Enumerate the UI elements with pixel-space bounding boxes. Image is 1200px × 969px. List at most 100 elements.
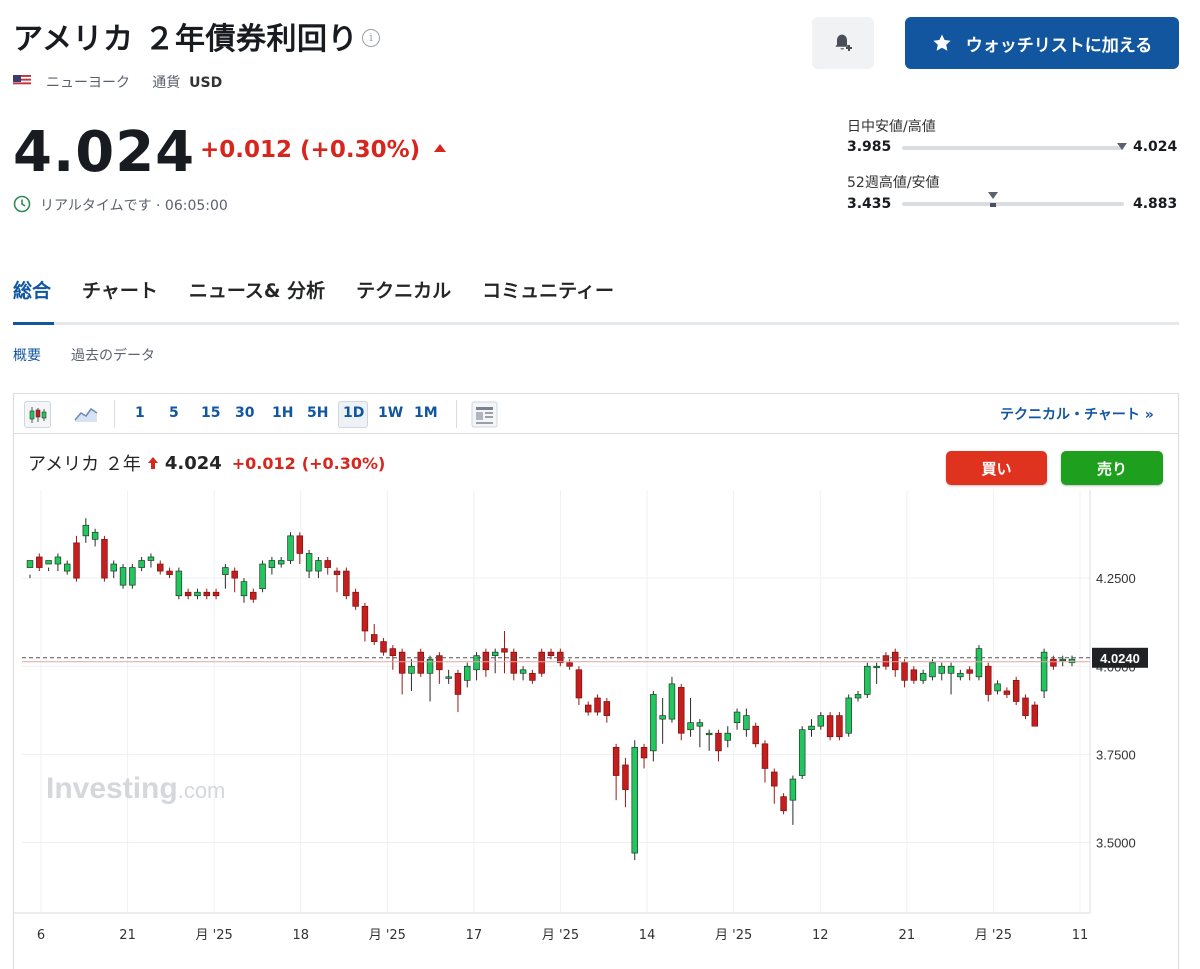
- candle-body: [1031, 704, 1039, 727]
- timeframe-30[interactable]: 30: [235, 405, 254, 421]
- toolbar-separator: [456, 400, 457, 428]
- candle-body: [389, 648, 397, 657]
- candle-body: [584, 704, 592, 713]
- toolbar-separator: [114, 400, 115, 428]
- candle-body: [575, 669, 583, 699]
- timeframe-1[interactable]: 1: [135, 405, 145, 421]
- timeframe-1h[interactable]: 1H: [272, 405, 293, 421]
- candle-body: [287, 535, 294, 561]
- timeframe-5[interactable]: 5: [169, 405, 179, 421]
- x-axis-tick-label: 月 '25: [196, 928, 233, 943]
- candlestick-chart[interactable]: 4.25004.00003.75003.5000Investing.com4.0…: [14, 490, 1178, 960]
- candle-body: [743, 715, 750, 731]
- technical-chart-link[interactable]: テクニカル・チャート »: [1000, 404, 1154, 424]
- change-value: +0.012: [200, 137, 293, 163]
- candle-body: [63, 563, 71, 572]
- candle-body: [938, 665, 945, 674]
- y-axis-tick-label: 4.2500: [1096, 571, 1136, 586]
- bell-plus-icon: [835, 34, 852, 51]
- candle-body: [445, 676, 452, 679]
- week52-high: 4.883: [1133, 196, 1178, 212]
- candle-body: [240, 581, 248, 597]
- candle-body: [212, 591, 220, 597]
- area-chart-type-button[interactable]: [73, 402, 99, 428]
- candle-body: [864, 665, 871, 695]
- candle-body: [510, 651, 518, 674]
- candle-body: [268, 560, 276, 568]
- candle-body: [966, 669, 973, 674]
- x-axis-tick-label: 18: [292, 928, 309, 943]
- candle-body: [380, 641, 387, 653]
- main-tabs: 総合 チャート ニュース& 分析 テクニカル コミュニティー: [13, 276, 614, 303]
- timeframe-15[interactable]: 15: [201, 405, 220, 421]
- x-axis-tick-label: 月 '25: [369, 928, 406, 943]
- candle-body: [1003, 690, 1011, 695]
- day-range-label: 日中安値/高値: [847, 119, 936, 135]
- candle-body: [361, 605, 369, 632]
- candlestick-type-button[interactable]: [24, 401, 51, 428]
- timeframe-1d[interactable]: 1D: [343, 405, 364, 421]
- add-to-watchlist-button[interactable]: ウォッチリストに加える: [905, 17, 1179, 69]
- timeframe-5h[interactable]: 5H: [307, 405, 328, 421]
- candle-body: [110, 563, 117, 572]
- tab-chart[interactable]: チャート: [82, 276, 158, 303]
- candle-body: [324, 560, 331, 568]
- candle-body: [566, 662, 573, 667]
- exchange-location: ニューヨーク: [46, 75, 130, 91]
- candle-body: [408, 665, 415, 674]
- news-panel-button[interactable]: [471, 401, 498, 432]
- candle-body: [370, 634, 378, 642]
- candle-body: [696, 722, 704, 727]
- candle-body: [929, 662, 936, 678]
- candle-body: [147, 556, 155, 561]
- candle-body: [1050, 658, 1057, 667]
- add-alert-button[interactable]: [812, 17, 874, 69]
- candle-body: [119, 567, 127, 586]
- price-change: +0.012 (+0.30%): [200, 137, 448, 163]
- x-axis-tick-label: 月 '25: [542, 928, 579, 943]
- tab-community[interactable]: コミュニティー: [482, 276, 614, 303]
- x-axis-tick-label: 12: [812, 928, 829, 943]
- tab-technical[interactable]: テクニカル: [356, 276, 451, 303]
- timeframe-1m[interactable]: 1M: [414, 405, 438, 421]
- x-axis-tick-label: 21: [899, 928, 916, 943]
- timeframe-1w[interactable]: 1W: [378, 405, 403, 421]
- candlestick-icon: [29, 406, 46, 423]
- chart-header: アメリカ ２年 4.024 +0.012 (+0.30%): [28, 450, 385, 476]
- candle-body: [854, 694, 862, 699]
- candle-body: [715, 732, 722, 752]
- candle-body: [547, 651, 555, 657]
- candle-body: [203, 591, 211, 597]
- week52-range-marker: [988, 192, 999, 212]
- newspaper-icon: [471, 401, 498, 428]
- x-axis-tick-label: 月 '25: [975, 928, 1012, 943]
- x-axis-tick-label: 月 '25: [715, 928, 752, 943]
- area-chart-icon: [74, 407, 98, 422]
- candle-body: [873, 665, 880, 669]
- candle-body: [622, 764, 629, 790]
- candle-body: [631, 746, 638, 854]
- candle-body: [315, 560, 322, 572]
- x-axis-tick-label: 6: [37, 928, 45, 943]
- candle-body: [901, 662, 908, 681]
- candle-body: [603, 701, 611, 716]
- star-icon: [933, 34, 951, 51]
- tab-news-analysis[interactable]: ニュース& 分析: [189, 276, 325, 303]
- candle-body: [305, 553, 313, 572]
- candle-body: [101, 538, 108, 579]
- up-arrow-icon: [147, 457, 158, 469]
- candle-body: [454, 672, 462, 695]
- candle-body: [175, 570, 183, 597]
- sell-button[interactable]: 売り: [1061, 451, 1163, 485]
- candle-body: [529, 672, 536, 681]
- buy-button[interactable]: 買い: [946, 451, 1047, 485]
- subtab-summary[interactable]: 概要: [13, 345, 41, 365]
- candle-body: [724, 732, 732, 741]
- subtab-historical-data[interactable]: 過去のデータ: [71, 345, 155, 365]
- investing-watermark: Investing.com: [46, 772, 225, 805]
- info-icon[interactable]: i: [362, 29, 380, 47]
- candle-body: [194, 591, 201, 597]
- tab-overview[interactable]: 総合: [13, 276, 51, 303]
- candle-body: [26, 560, 34, 568]
- candle-body: [250, 591, 257, 600]
